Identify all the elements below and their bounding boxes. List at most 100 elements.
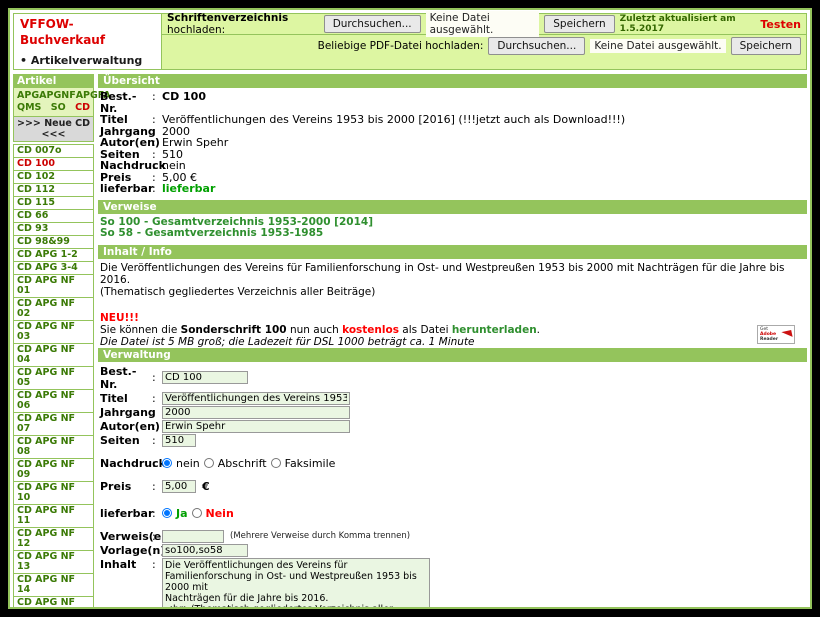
overview-rows: Best.-Nr.:CD 100Titel:Veröffentlichungen… — [98, 91, 807, 195]
sidebar-item[interactable]: CD APG NF 03 — [13, 320, 94, 344]
upload-label: Schriftenverzeichnis hochladen: — [167, 12, 319, 36]
titel-input[interactable] — [162, 392, 350, 405]
sidebar-item[interactable]: CD APG NF 10 — [13, 481, 94, 505]
sidebar-item[interactable]: CD 93 — [13, 222, 94, 236]
new-cd-button[interactable]: >>> Neue CD <<< — [13, 117, 94, 142]
field-autoren: Autor(en): — [98, 420, 807, 433]
neu-badge: NEU!!! — [100, 312, 807, 324]
download-link[interactable]: herunterladen — [452, 324, 537, 336]
radio-ja-label: Ja — [176, 507, 188, 520]
info-line-1: Die Veröffentlichungen des Vereins für F… — [100, 262, 807, 286]
radio-nein[interactable] — [162, 458, 172, 468]
browse-button[interactable]: Durchsuchen... — [324, 15, 421, 33]
field-bestnr: Best.-Nr.: — [98, 365, 807, 391]
app-header: VFFOW-Buchverkauf • Artikelverwaltung — [14, 14, 162, 69]
sidebar-item[interactable]: CD APG NF 12 — [13, 527, 94, 551]
filter-row-1: APGAPGNFAPGFA — [17, 90, 90, 102]
sidebar-item[interactable]: CD 007o — [13, 144, 94, 158]
sidebar-item[interactable]: CD 98&99 — [13, 235, 94, 249]
save-upload-button[interactable]: Speichern — [544, 15, 614, 33]
filter-row-2: QMS SO CD — [17, 102, 90, 114]
field-nachdruck: Nachdruck: nein Abschrift Faksimile — [98, 457, 807, 470]
verweise-input[interactable] — [162, 530, 224, 543]
get-adobe-reader-badge[interactable]: Get AdobeReader — [757, 325, 795, 344]
filter-qms[interactable]: QMS — [17, 102, 41, 114]
verweise-note: (Mehrere Verweise durch Komma trennen) — [230, 531, 410, 541]
sidebar-item[interactable]: CD APG NF 13 — [13, 550, 94, 574]
nav-artikelverwaltung[interactable]: • Artikelverwaltung — [20, 54, 155, 67]
app-title: VFFOW-Buchverkauf — [20, 16, 155, 48]
top-bar: VFFOW-Buchverkauf • Artikelverwaltung Sc… — [13, 13, 807, 70]
sidebar-item[interactable]: CD APG NF 07 — [13, 412, 94, 436]
bestnr-input[interactable] — [162, 371, 248, 384]
category-filters: APGAPGNFAPGFA QMS SO CD — [13, 88, 94, 117]
sidebar-item[interactable]: CD APG 3-4 — [13, 261, 94, 275]
info-line-2: (Thematisch gegliedertes Verzeichnis all… — [100, 286, 807, 298]
file-size-note: Die Datei ist 5 MB groß; die Ladezeit fü… — [100, 336, 807, 348]
sidebar-item[interactable]: CD APG NF 04 — [13, 343, 94, 367]
vorlagen-input[interactable] — [162, 544, 248, 557]
radio-ja[interactable] — [162, 508, 172, 518]
seiten-input[interactable] — [162, 434, 196, 447]
file-status-text-pdf: Keine Datei ausgewählt. — [590, 39, 725, 53]
sidebar-item[interactable]: CD 66 — [13, 209, 94, 223]
sidebar-item[interactable]: CD APG NF 01 — [13, 274, 94, 298]
upload-row-pdf: Beliebige PDF-Datei hochladen: Durchsuch… — [162, 35, 806, 56]
filter-apgnf[interactable]: APGNF — [39, 90, 76, 102]
radio-abschrift-label: Abschrift — [218, 457, 267, 470]
sidebar-item[interactable]: CD 102 — [13, 170, 94, 184]
download-line: Sie können die Sonderschrift 100 nun auc… — [100, 324, 807, 336]
field-vorlagen: Vorlage(n): — [98, 544, 807, 557]
references-header: Verweise — [98, 200, 807, 214]
test-link[interactable]: Testen — [760, 18, 801, 31]
sidebar-item[interactable]: CD 100 — [13, 157, 94, 171]
nachdruck-label: Nachdruck — [100, 457, 152, 470]
sidebar-item[interactable]: CD APG NF 02 — [13, 297, 94, 321]
sidebar-item[interactable]: CD 112 — [13, 183, 94, 197]
sidebar-item[interactable]: CD APG NF 09 — [13, 458, 94, 482]
field-preis: Preis: € — [98, 480, 807, 493]
info-header: Inhalt / Info — [98, 245, 807, 259]
sidebar-item[interactable]: CD 115 — [13, 196, 94, 210]
sidebar-item[interactable]: CD APG NF 14 — [13, 573, 94, 597]
adobe-badge-text: Get AdobeReader — [760, 327, 780, 342]
jahrgang-input[interactable] — [162, 406, 350, 419]
browse-pdf-button[interactable]: Durchsuchen... — [488, 37, 585, 55]
sidebar-item[interactable]: CD APG NF 05 — [13, 366, 94, 390]
overview-row: Titel:Veröffentlichungen des Vereins 195… — [98, 114, 807, 126]
field-inhalt: Inhalt: Die Veröffentlichungen des Verei… — [98, 558, 807, 610]
radio-nein-lieferbar[interactable] — [192, 508, 202, 518]
sidebar-item[interactable]: CD APG NF 06 — [13, 389, 94, 413]
radio-abschrift[interactable] — [204, 458, 214, 468]
sidebar-item[interactable]: CD APG 1-2 — [13, 248, 94, 262]
radio-faksimile[interactable] — [271, 458, 281, 468]
app-window: VFFOW-Buchverkauf • Artikelverwaltung Sc… — [8, 8, 812, 609]
inhalt-textarea[interactable]: Die Veröffentlichungen des Vereins für F… — [162, 558, 430, 610]
field-titel: Titel: — [98, 392, 807, 405]
filter-so[interactable]: SO — [51, 102, 66, 114]
sidebar-item[interactable]: CD APG NF 08 — [13, 435, 94, 459]
references-section: Verweise So 100 - Gesamtverzeichnis 1953… — [98, 200, 807, 240]
bestnr-label: Best.-Nr. — [100, 365, 152, 391]
adobe-swoosh-icon — [781, 330, 792, 339]
filter-apg[interactable]: APG — [17, 90, 39, 102]
inhalt-label: Inhalt — [100, 558, 152, 571]
autoren-input[interactable] — [162, 420, 350, 433]
seiten-label: Seiten — [100, 434, 152, 447]
field-verweise: Verweis(e): (Mehrere Verweise durch Komm… — [98, 530, 807, 543]
overview-row: Autor(en):Erwin Spehr — [98, 137, 807, 149]
sidebar-item[interactable]: CD APG NF 11 — [13, 504, 94, 528]
lieferbar-label: lieferbar — [100, 507, 152, 520]
article-sidebar: Artikel APGAPGNFAPGFA QMSSOCD >>> Neue C… — [13, 74, 94, 609]
save-pdf-button[interactable]: Speichern — [731, 37, 801, 55]
jahrgang-label: Jahrgang — [100, 406, 152, 419]
file-status-text: Keine Datei ausgewählt. — [426, 11, 540, 37]
sidebar-item[interactable]: CD APG NF 15 — [13, 596, 94, 609]
overview-row: Best.-Nr.:CD 100 — [98, 91, 807, 114]
overview-section: Übersicht Best.-Nr.:CD 100Titel:Veröffen… — [98, 74, 807, 195]
filter-cd[interactable]: CD — [75, 102, 90, 114]
preis-input[interactable] — [162, 480, 196, 493]
overview-row: Nachdruck:nein — [98, 160, 807, 172]
management-header: Verwaltung — [98, 348, 807, 362]
reference-link[interactable]: So 58 - Gesamtverzeichnis 1953-1985 — [98, 228, 807, 240]
